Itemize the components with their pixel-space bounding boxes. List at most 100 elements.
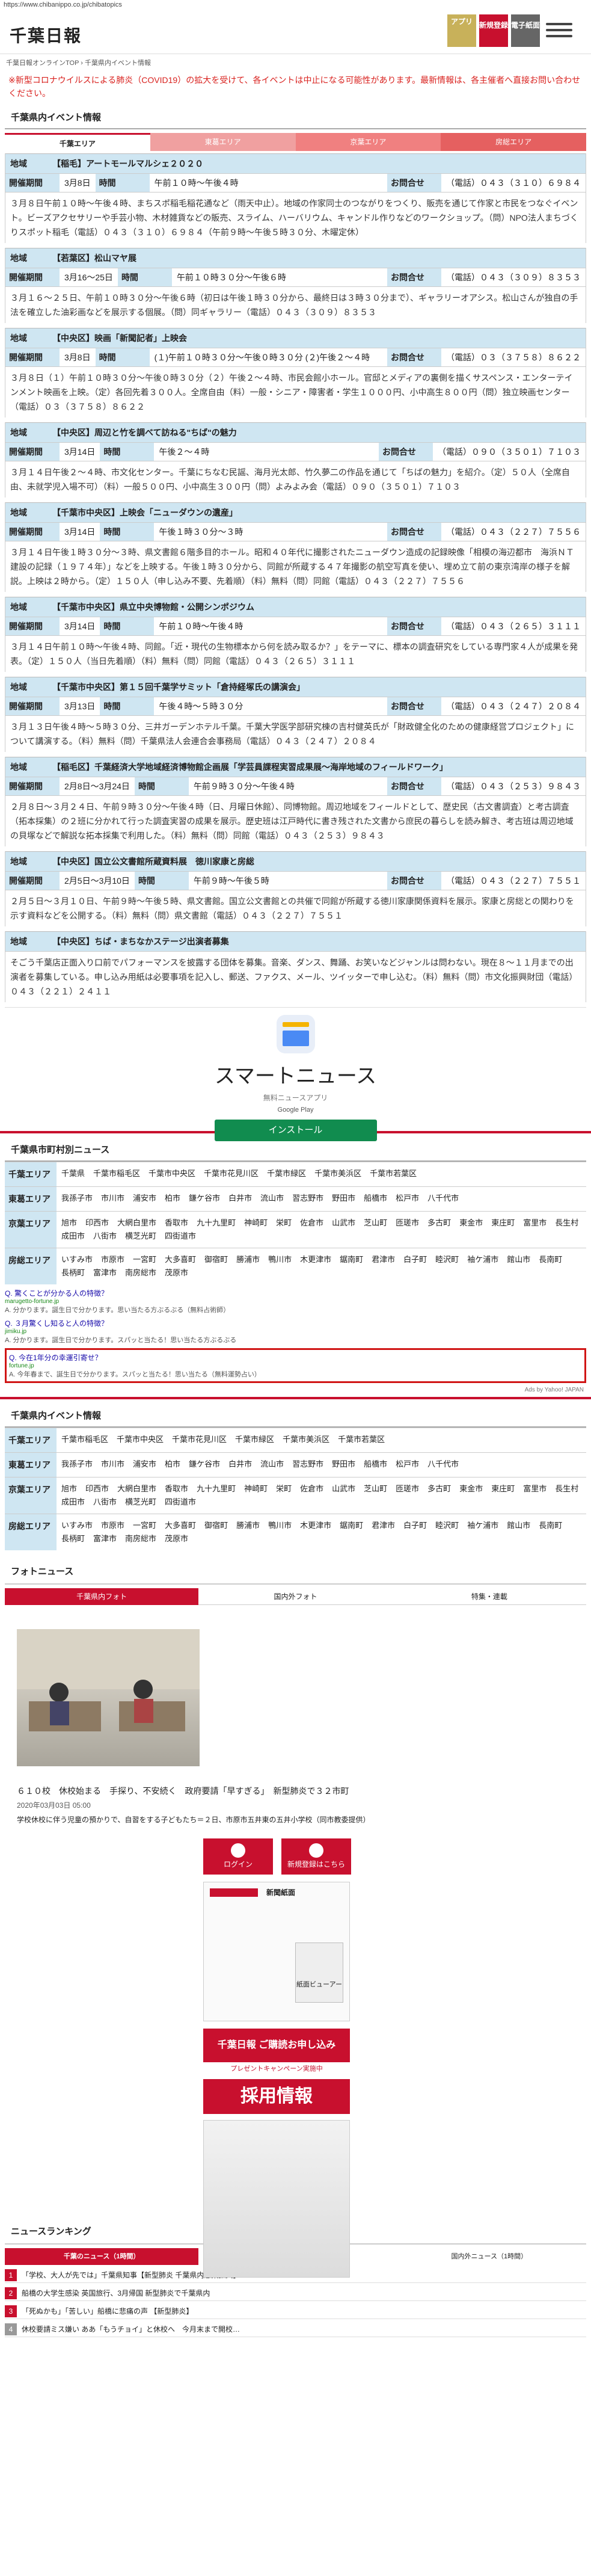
event-title[interactable]: 【中央区】映画「新聞記者」上映会 — [52, 332, 187, 344]
area-link[interactable]: 千葉市若葉区 — [338, 1433, 385, 1446]
area-link[interactable]: 御宿町 — [204, 1519, 228, 1532]
event-title[interactable]: 【若葉区】松山マヤ展 — [52, 252, 136, 264]
event-title[interactable]: 【稲毛区】千葉経済大学地域経済博物館企画展「学芸員課程実習成果展〜海岸地域のフィ… — [52, 761, 448, 773]
area-link[interactable]: 鴨川市 — [268, 1253, 292, 1266]
area-link[interactable]: 浦安市 — [133, 1192, 156, 1205]
area-link[interactable]: 匝瑳市 — [396, 1216, 419, 1230]
area-link[interactable]: 八街市 — [93, 1230, 117, 1243]
area-link[interactable]: 我孫子市 — [61, 1192, 93, 1205]
event-title[interactable]: 【中央区】ちば・まちなかステージ出演者募集 — [52, 935, 229, 948]
area-link[interactable]: 佐倉市 — [300, 1216, 323, 1230]
photo-caption[interactable]: ６１０校 休校始まる 手探り、不安続く 政府要請「早すぎる」 新型肺炎で３２市町 — [0, 1784, 591, 1798]
area-link[interactable]: 八千代市 — [427, 1192, 459, 1205]
area-link[interactable]: 東金市 — [459, 1216, 483, 1230]
area-link[interactable]: 千葉市若葉区 — [370, 1167, 417, 1180]
qa-question[interactable]: Q. 今在1年分の幸運引寄せ？ — [9, 1352, 582, 1363]
area-link[interactable]: 旭市 — [61, 1482, 77, 1496]
area-link[interactable]: いすみ市 — [61, 1519, 93, 1532]
area-link[interactable]: 千葉市美浜区 — [283, 1433, 329, 1446]
area-link[interactable]: 山武市 — [332, 1216, 355, 1230]
area-row-head[interactable]: 東葛エリア — [5, 1453, 57, 1477]
area-link[interactable]: 富津市 — [93, 1532, 117, 1545]
area-link[interactable]: 習志野市 — [292, 1458, 323, 1471]
area-link[interactable]: 横芝光町 — [125, 1230, 156, 1243]
area-link[interactable]: 九十九里町 — [197, 1482, 236, 1496]
ranking-item[interactable]: 2 船橋の大学生感染 英国旅行、3月帰国 新型肺炎で千葉県内 — [5, 2285, 586, 2301]
hamburger-menu-icon[interactable] — [546, 23, 572, 41]
area-link[interactable]: 白井市 — [228, 1192, 252, 1205]
rank-title[interactable]: 「死ぬかも」「苦しい」船橋に悲痛の声 【新型肺炎】 — [22, 2306, 193, 2316]
area-link[interactable]: 野田市 — [332, 1458, 355, 1471]
area-link[interactable]: 長柄町 — [61, 1266, 85, 1280]
area-link[interactable]: 御宿町 — [204, 1253, 228, 1266]
area-link[interactable]: 市原市 — [101, 1519, 124, 1532]
area-row-head[interactable]: 房総エリア — [5, 1514, 57, 1550]
area-link[interactable]: 鎌ケ谷市 — [189, 1458, 220, 1471]
e-paper-banner[interactable]: 新聞紙面 紙面ビューアー — [203, 1882, 350, 2021]
area-link[interactable]: 長柄町 — [61, 1532, 85, 1545]
area-row-head[interactable]: 京葉エリア — [5, 1212, 57, 1248]
area-link[interactable]: 白井市 — [228, 1458, 252, 1471]
area-link[interactable]: 船橋市 — [364, 1192, 387, 1205]
area-link[interactable]: 鎌ケ谷市 — [189, 1192, 220, 1205]
area-link[interactable]: 市原市 — [101, 1253, 124, 1266]
area-link[interactable]: 松戸市 — [396, 1458, 419, 1471]
area-link[interactable]: 市川市 — [101, 1458, 124, 1471]
area-link[interactable]: 匝瑳市 — [396, 1482, 419, 1496]
tab-photo-world[interactable]: 国内外フォト — [198, 1588, 393, 1605]
area-link[interactable]: 八千代市 — [427, 1458, 459, 1471]
qa-ad-item[interactable]: Q. 今在1年分の幸運引寄せ？ fortune.jp A. 今年春まで、誕生日で分か… — [5, 1348, 586, 1383]
area-link[interactable]: 千葉市中央区 — [149, 1167, 195, 1180]
tab-photo-local[interactable]: 千葉県内フォト — [5, 1588, 199, 1605]
tab-keiyo[interactable]: 京葉エリア — [295, 133, 441, 151]
area-link[interactable]: 栄町 — [276, 1216, 292, 1230]
area-link[interactable]: 睦沢町 — [435, 1519, 459, 1532]
address-bar[interactable]: https://www.chibanippo.co.jp/chibatopics — [0, 0, 591, 11]
area-link[interactable]: 千葉市花見川区 — [172, 1433, 227, 1446]
news-photo[interactable] — [17, 1629, 200, 1766]
area-link[interactable]: 館山市 — [507, 1253, 530, 1266]
area-link[interactable]: 栄町 — [276, 1482, 292, 1496]
area-link[interactable]: 香取市 — [165, 1482, 188, 1496]
area-link[interactable]: 鋸南町 — [340, 1253, 363, 1266]
ranking-item[interactable]: 4 休校要請ミス嫌い ああ「もうチョイ」と休校へ 今月末まで開校… — [5, 2322, 586, 2337]
area-link[interactable]: 印西市 — [85, 1482, 109, 1496]
area-link[interactable]: 大多喜町 — [165, 1253, 196, 1266]
area-link[interactable]: 長南町 — [539, 1253, 562, 1266]
area-link[interactable]: 茂原市 — [165, 1532, 188, 1545]
area-link[interactable]: 野田市 — [332, 1192, 355, 1205]
area-link[interactable]: 流山市 — [260, 1458, 284, 1471]
area-link[interactable]: 千葉市花見川区 — [204, 1167, 259, 1180]
site-logo[interactable]: 千葉日報 — [10, 23, 82, 47]
area-link[interactable]: 茂原市 — [165, 1266, 188, 1280]
area-link[interactable]: 大網白里市 — [117, 1216, 156, 1230]
area-link[interactable]: 千葉市稲毛区 — [61, 1433, 108, 1446]
area-link[interactable]: 八街市 — [93, 1496, 117, 1509]
area-link[interactable]: 勝浦市 — [236, 1519, 260, 1532]
area-link[interactable]: 芝山町 — [364, 1216, 387, 1230]
area-link[interactable]: 四街道市 — [165, 1496, 196, 1509]
event-title[interactable]: 【千葉市中央区】第１５回千葉学サミット「倉持経塚氏の講演会」 — [52, 681, 305, 693]
area-link[interactable]: 東金市 — [459, 1482, 483, 1496]
tab-boso[interactable]: 房総エリア — [441, 133, 586, 151]
register-cta-button[interactable]: 新規登録はこちら — [281, 1838, 351, 1875]
event-title[interactable]: 【稲毛】アートモールマルシェ２０２０ — [52, 158, 203, 170]
area-link[interactable]: 鴨川市 — [268, 1519, 292, 1532]
subscribe-banner[interactable]: 千葉日報 ご購読お申し込み — [203, 2029, 350, 2062]
area-row-head[interactable]: 房総エリア — [5, 1248, 57, 1284]
recruit-banner[interactable]: 採用情報 — [203, 2079, 350, 2114]
area-link[interactable]: 大多喜町 — [165, 1519, 196, 1532]
ranking-item[interactable]: 3 「死ぬかも」「苦しい」船橋に悲痛の声 【新型肺炎】 — [5, 2303, 586, 2319]
qa-question[interactable]: Q. ３月驚くし知ると人の特徴？ — [5, 1318, 586, 1328]
area-link[interactable]: 成田市 — [61, 1230, 85, 1243]
area-link[interactable]: 君津市 — [372, 1253, 395, 1266]
area-link[interactable]: 睦沢町 — [435, 1253, 459, 1266]
event-title[interactable]: 【千葉市中央区】上映会「ニューダウンの遺産」 — [52, 507, 237, 519]
area-link[interactable]: 長生村 — [555, 1216, 578, 1230]
area-link[interactable]: 千葉市稲毛区 — [93, 1167, 140, 1180]
area-link[interactable]: 君津市 — [372, 1519, 395, 1532]
area-link[interactable]: 香取市 — [165, 1216, 188, 1230]
area-link[interactable]: 館山市 — [507, 1519, 530, 1532]
e-paper-button[interactable]: 電子紙面 — [511, 14, 540, 47]
area-link[interactable]: 千葉市中央区 — [117, 1433, 164, 1446]
